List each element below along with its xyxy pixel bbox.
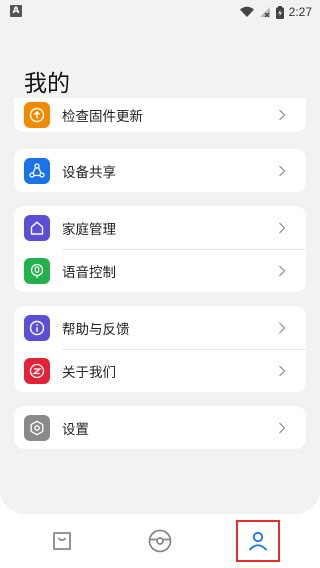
upload-arrow-icon [24, 102, 50, 128]
device-icon [148, 529, 172, 553]
menu-label-about-us: 关于我们 [62, 364, 116, 381]
menu-label-voice-control: 语音控制 [62, 264, 116, 281]
firmware-card: 检查固件更新 [14, 98, 306, 132]
page-title: 我的 [24, 71, 70, 97]
bottom-tab-bar [0, 514, 320, 568]
battery-charging-icon [275, 5, 284, 19]
chevron-right-icon [279, 422, 286, 433]
main-content: 我的 检查固件更新 设备共享 家庭管理 语音控制 帮助与反馈 关于我们 设置 [0, 24, 320, 514]
share-card: 设备共享 [14, 149, 306, 192]
tab-devices[interactable] [138, 520, 182, 562]
menu-item-device-share[interactable]: 设备共享 [14, 149, 306, 192]
notification-a-icon: A [10, 5, 22, 17]
menu-item-firmware-update[interactable]: 检查固件更新 [14, 98, 306, 132]
menu-label-device-share: 设备共享 [62, 164, 116, 181]
gear-icon [24, 414, 50, 441]
settings-card: 设置 [14, 406, 306, 449]
help-card: 帮助与反馈 关于我们 [14, 306, 306, 392]
menu-label-firmware-update: 检查固件更新 [62, 109, 143, 125]
tab-profile[interactable] [236, 520, 280, 562]
menu-label-home-management: 家庭管理 [62, 221, 116, 238]
menu-item-voice-control[interactable]: 语音控制 [14, 249, 306, 292]
menu-item-home-management[interactable]: 家庭管理 [14, 206, 306, 249]
share-network-icon [24, 157, 50, 184]
info-icon [24, 314, 50, 341]
signal-off-icon [259, 7, 270, 18]
menu-item-help-feedback[interactable]: 帮助与反馈 [14, 306, 306, 349]
chevron-right-icon [279, 222, 286, 233]
menu-label-help-feedback: 帮助与反馈 [62, 321, 130, 338]
bag-icon [53, 532, 71, 550]
microphone-icon [24, 257, 50, 284]
chevron-right-icon [279, 322, 286, 333]
tab-shop[interactable] [40, 520, 84, 562]
home-icon [24, 214, 50, 241]
chevron-right-icon [279, 265, 286, 276]
status-bar: A 2:27 [0, 0, 320, 24]
chevron-right-icon [279, 165, 286, 176]
chevron-right-icon [279, 365, 286, 376]
chevron-right-icon [279, 109, 286, 121]
status-time: 2:27 [288, 5, 312, 19]
about-logo-icon [24, 357, 50, 384]
user-icon [249, 531, 267, 551]
status-icons: 2:27 [239, 3, 312, 21]
menu-item-settings[interactable]: 设置 [14, 406, 306, 449]
menu-item-about-us[interactable]: 关于我们 [14, 349, 306, 392]
home-card: 家庭管理 语音控制 [14, 206, 306, 292]
wifi-icon [239, 6, 254, 17]
menu-label-settings: 设置 [62, 421, 89, 438]
